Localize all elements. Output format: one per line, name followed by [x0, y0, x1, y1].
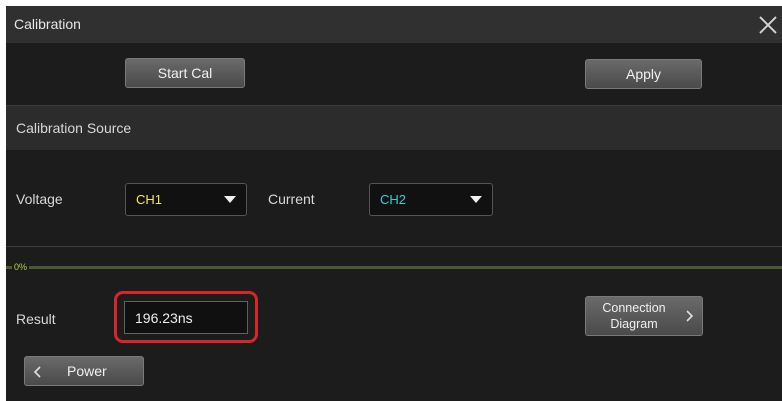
apply-button[interactable]: Apply — [585, 59, 702, 89]
dialog-title: Calibration — [14, 16, 81, 32]
caret-down-icon — [470, 196, 482, 203]
chevron-right-icon — [686, 310, 694, 322]
voltage-label: Voltage — [16, 191, 63, 207]
current-select[interactable]: CH2 — [369, 183, 493, 216]
current-label: Current — [268, 191, 315, 207]
calibration-dialog: Calibration Start Cal Apply Calibration … — [6, 6, 782, 401]
progress-percent-label: 0% — [12, 262, 30, 272]
calibration-source-header: Calibration Source — [6, 106, 782, 150]
divider — [6, 246, 782, 247]
connection-diagram-label: Connection Diagram — [602, 301, 666, 331]
current-select-value: CH2 — [380, 192, 407, 207]
start-cal-button[interactable]: Start Cal — [125, 58, 245, 88]
voltage-select-value: CH1 — [136, 192, 163, 207]
result-highlight-outline — [114, 291, 258, 343]
chevron-left-icon — [33, 366, 41, 378]
connection-diagram-button[interactable]: Connection Diagram — [585, 296, 703, 336]
result-label: Result — [16, 311, 56, 327]
section-title: Calibration Source — [16, 120, 132, 136]
caret-down-icon — [224, 196, 236, 203]
power-label: Power — [67, 363, 107, 379]
close-icon[interactable] — [757, 14, 779, 36]
calibration-progress-bar — [6, 266, 782, 269]
power-back-button[interactable]: Power — [24, 356, 144, 386]
dialog-titlebar: Calibration — [6, 6, 782, 43]
voltage-select[interactable]: CH1 — [125, 183, 247, 216]
